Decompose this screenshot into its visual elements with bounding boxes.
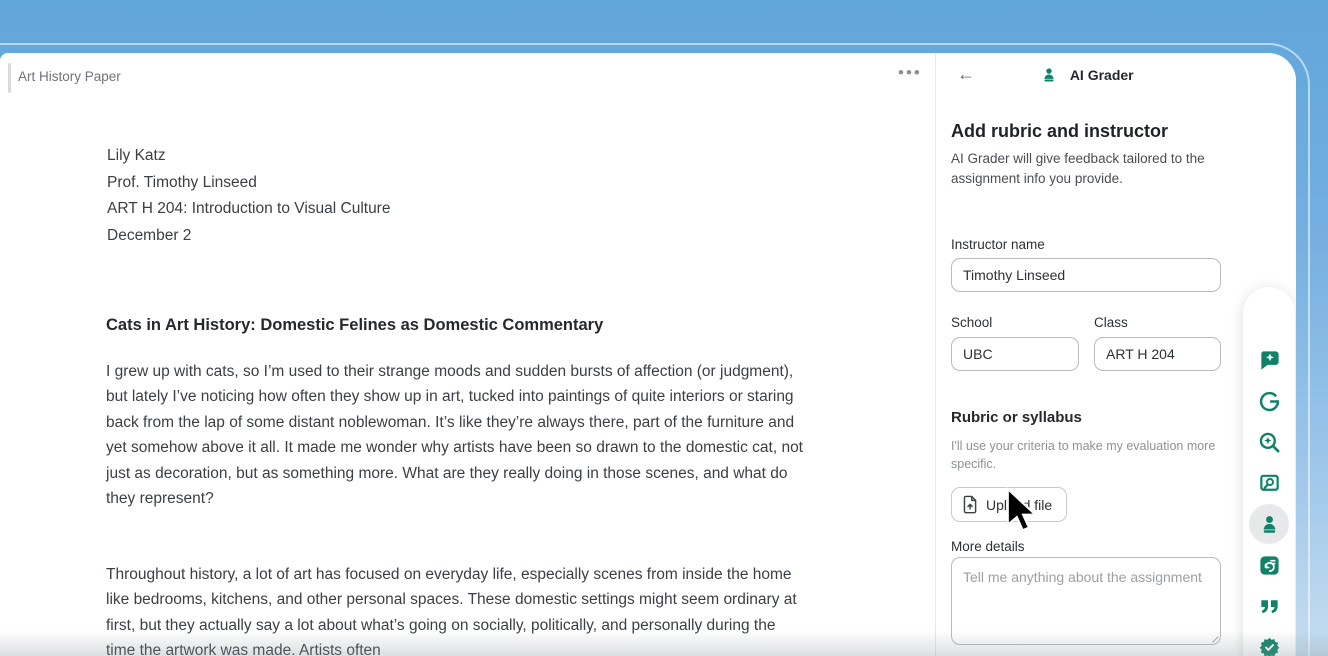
- plagiarism-book-icon[interactable]: [1257, 471, 1281, 495]
- search-sparkle-icon[interactable]: [1257, 430, 1281, 454]
- upload-file-button[interactable]: Upload file: [951, 487, 1067, 522]
- essay-paragraph: I grew up with cats, so I’m used to thei…: [106, 359, 803, 511]
- panel-title: AI Grader: [937, 66, 1237, 84]
- app-window: Art History Paper ••• Lily Katz Prof. Ti…: [0, 53, 1296, 656]
- class-label: Class: [1094, 315, 1128, 330]
- rubric-section-heading: Rubric or syllabus: [951, 409, 1082, 426]
- header-line: Prof. Timothy Linseed: [107, 170, 390, 197]
- more-details-label: More details: [951, 539, 1025, 554]
- video-frame: Art History Paper ••• Lily Katz Prof. Ti…: [0, 0, 1328, 656]
- grammarly-logo-icon[interactable]: [1257, 389, 1281, 413]
- assistant-toolbar: [1243, 287, 1295, 656]
- ai-grader-person-icon: [1040, 66, 1058, 84]
- more-details-textarea[interactable]: [951, 557, 1221, 645]
- citations-quote-icon[interactable]: [1257, 594, 1281, 618]
- document-title: Art History Paper: [18, 69, 121, 84]
- panel-subheading: AI Grader will give feedback tailored to…: [951, 149, 1233, 189]
- upload-file-label: Upload file: [986, 497, 1052, 513]
- file-upload-icon: [962, 495, 979, 514]
- rubric-section-hint: I'll use your criteria to make my evalua…: [951, 437, 1237, 473]
- header-line: Lily Katz: [107, 143, 390, 170]
- comment-sparkle-icon[interactable]: [1257, 348, 1281, 372]
- document-editor[interactable]: Art History Paper ••• Lily Katz Prof. Ti…: [0, 53, 936, 656]
- instructor-name-label: Instructor name: [951, 237, 1045, 252]
- school-label: School: [951, 315, 992, 330]
- document-header-block: Lily Katz Prof. Timothy Linseed ART H 20…: [107, 143, 390, 249]
- panel-heading: Add rubric and instructor: [951, 121, 1168, 142]
- panel-header: ← AI Grader: [937, 53, 1296, 101]
- header-line: December 2: [107, 223, 390, 250]
- document-menu-button[interactable]: •••: [898, 63, 922, 83]
- sidebar-collapse-handle[interactable]: [8, 63, 11, 93]
- essay-title: Cats in Art History: Domestic Felines as…: [106, 316, 806, 335]
- ai-grader-person-icon[interactable]: [1257, 512, 1281, 536]
- class-input[interactable]: [1094, 337, 1221, 371]
- essay-paragraph: Throughout history, a lot of art has foc…: [106, 562, 803, 656]
- header-line: ART H 204: Introduction to Visual Cultur…: [107, 196, 390, 223]
- checker-badge-icon[interactable]: [1257, 635, 1281, 656]
- paraphrase-icon[interactable]: [1257, 553, 1281, 577]
- school-input[interactable]: [951, 337, 1079, 371]
- panel-title-label: AI Grader: [1070, 67, 1134, 83]
- instructor-name-input[interactable]: [951, 258, 1221, 292]
